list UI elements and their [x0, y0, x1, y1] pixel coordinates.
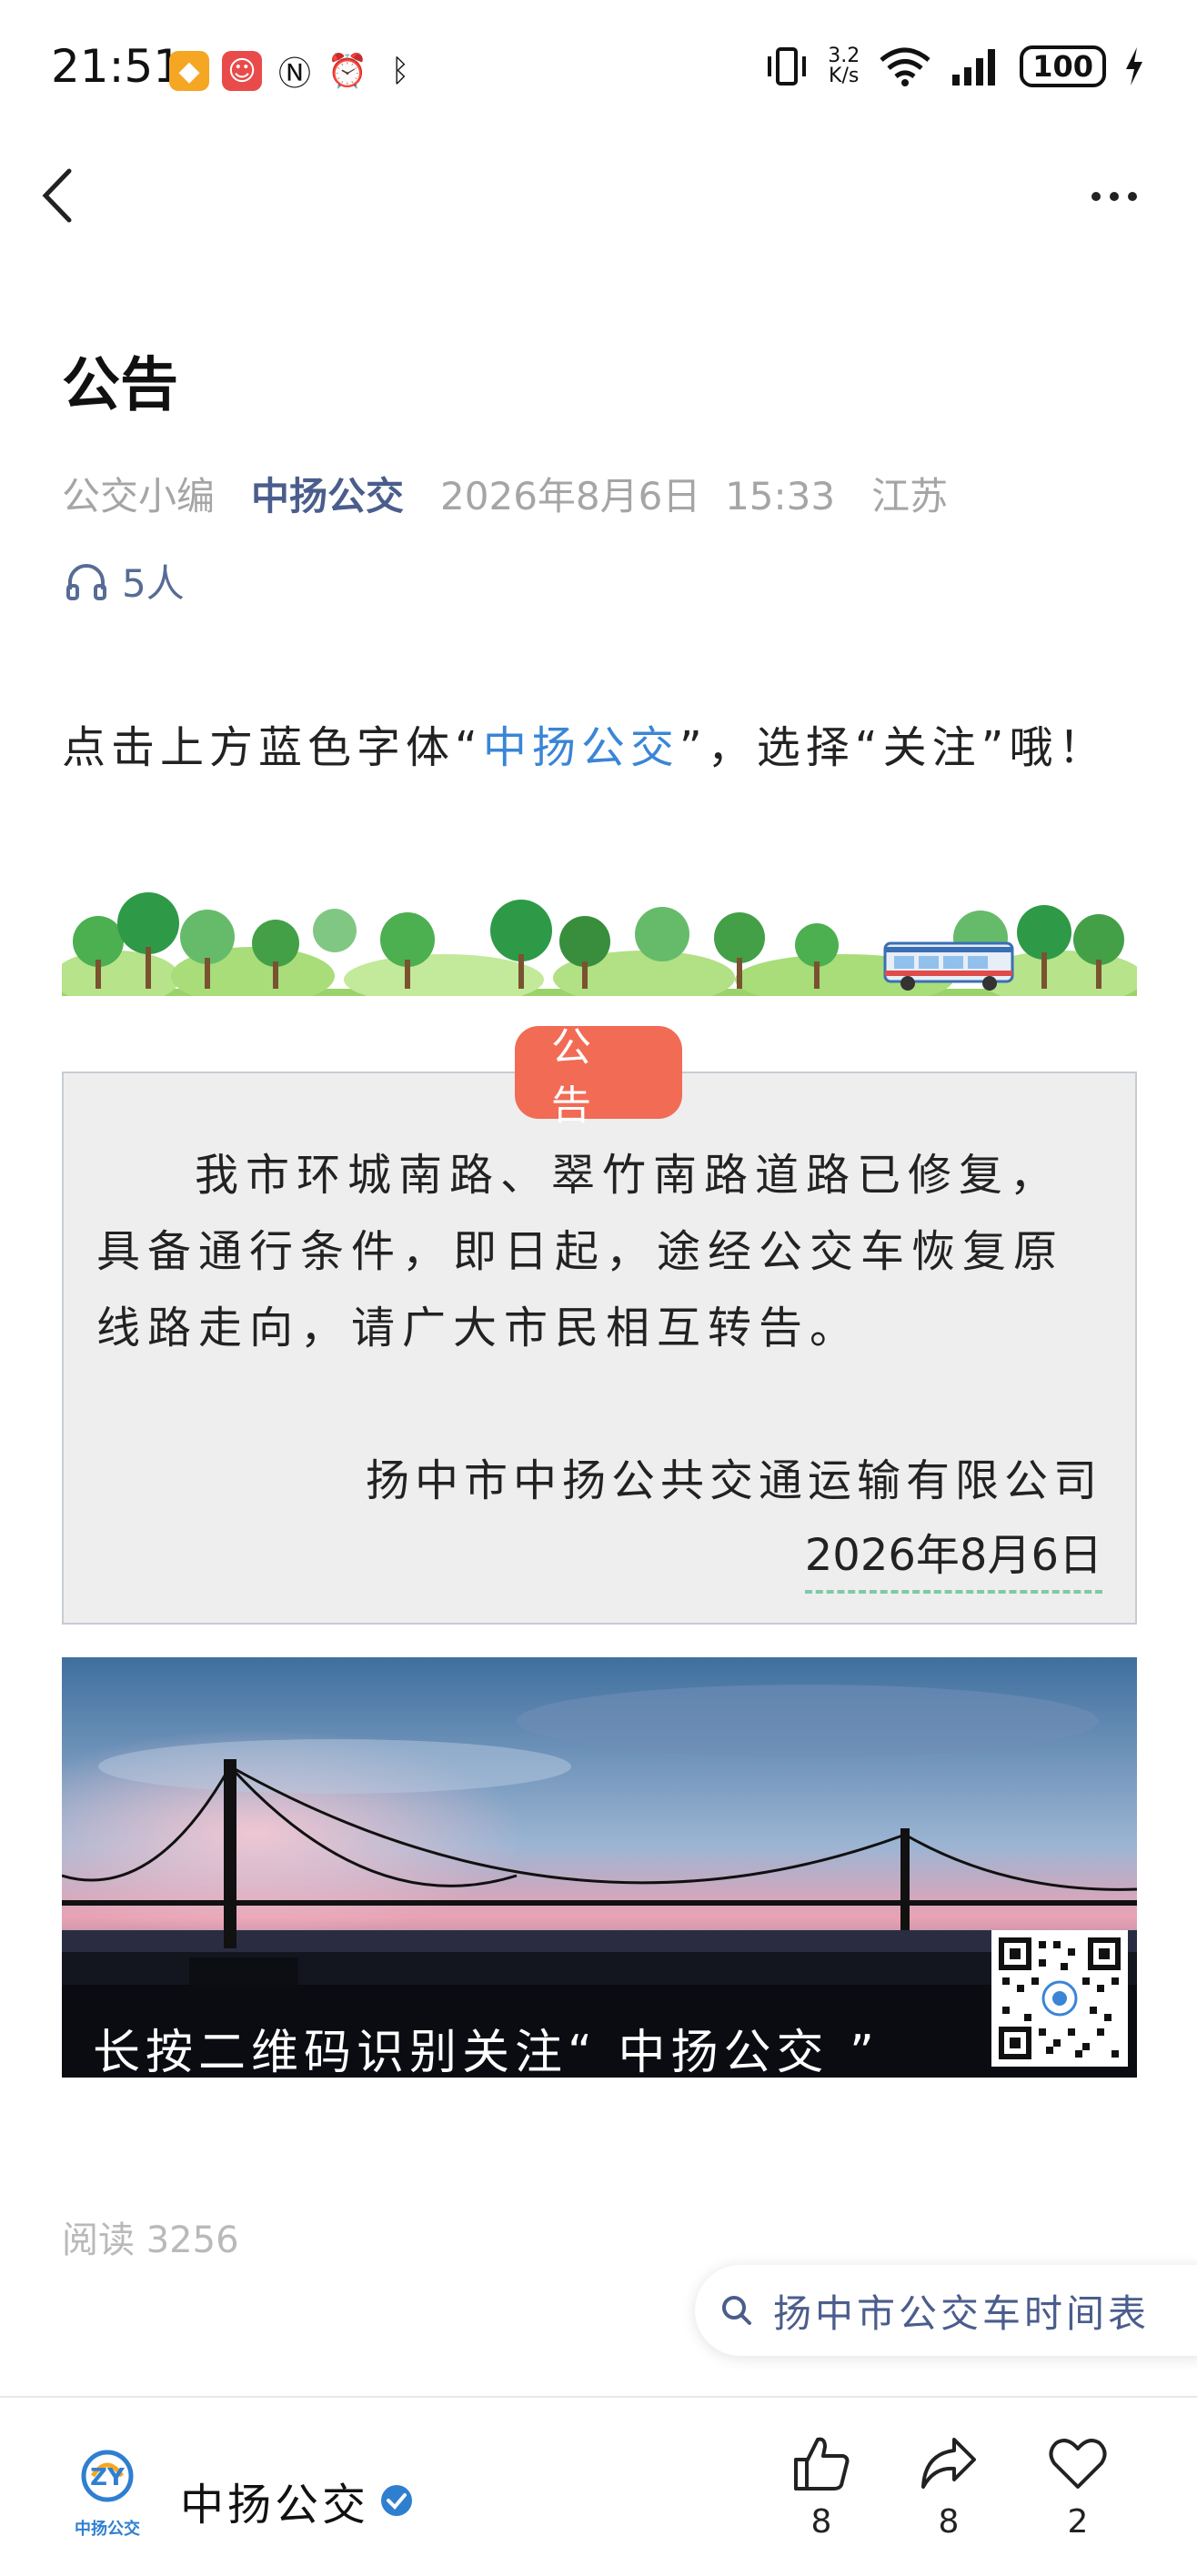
qr-code-image[interactable]	[991, 1930, 1128, 2067]
app-notification-icon: ◆	[169, 51, 209, 91]
account-logo-text: 中扬公交	[75, 2520, 140, 2539]
like-count: 8	[810, 2503, 832, 2541]
status-right: 3.2 K/s 100	[764, 45, 1144, 87]
bridge-qr-image[interactable]: 长按二维码识别关注“ 中扬公交 ”	[62, 1657, 1137, 2078]
account-logo-icon: ZY	[81, 2450, 134, 2502]
bluetooth-icon: ᛒ	[390, 53, 410, 89]
alarm-icon: ⏰	[327, 53, 368, 90]
verified-badge-icon	[381, 2485, 413, 2516]
bridge-caption: 长按二维码识别关注“ 中扬公交 ”	[93, 2026, 880, 2078]
search-icon	[722, 2296, 751, 2325]
status-bar: 21:51 ◆ ☺ Ⓝ ⏰ ᛒ 3.2 K/s 100	[0, 0, 1197, 146]
back-button[interactable]	[36, 164, 82, 227]
article-title: 公告	[62, 352, 178, 419]
like-button[interactable]: 8	[780, 2434, 862, 2541]
intro-text: 点击上方蓝色字体“中扬公交”，选择“关注”哦！	[62, 722, 1108, 773]
charging-icon	[1126, 47, 1142, 86]
vibrate-icon	[768, 47, 807, 86]
account-logo[interactable]: ZY 中扬公交	[65, 2449, 149, 2540]
announcement-box: 我市环城南路、翠竹南路道路已修复，具备通行条件，即日起，途经公交车恢复原线路走向…	[62, 1072, 1137, 1625]
tree-banner-image	[62, 892, 1137, 996]
share-count: 8	[938, 2503, 960, 2541]
author-name: 公交小编	[62, 474, 216, 518]
announcement-tag: 公告	[515, 1024, 682, 1129]
svg-text:ZY: ZY	[90, 2464, 126, 2491]
account-link[interactable]: 中扬公交	[251, 466, 404, 521]
announcement-body: 我市环城南路、翠竹南路道路已修复，具备通行条件，即日起，途经公交车恢复原线路走向…	[96, 1150, 1065, 1353]
battery-indicator: 100	[1020, 45, 1106, 87]
bottom-bar: ZY 中扬公交 中扬公交 8 8 2	[0, 2396, 1197, 2576]
wifi-icon	[880, 47, 930, 86]
headphones-icon	[66, 563, 106, 600]
notification-icons: ◆ ☺ Ⓝ ⏰ ᛒ	[169, 51, 420, 93]
network-speed: 3.2 K/s	[828, 45, 860, 87]
publish-location: 江苏	[871, 474, 949, 518]
publish-info: 2026年8月6日 15:33	[440, 474, 836, 518]
article-meta: 公交小编 中扬公交 2026年8月6日 15:33 江苏	[62, 466, 948, 521]
read-count: 阅读 3256	[62, 2219, 239, 2261]
announcement-date: 2026年8月6日	[804, 1519, 1102, 1594]
favorite-count: 2	[1067, 2503, 1089, 2541]
heart-icon	[1049, 2439, 1107, 2489]
qr-code-icon	[999, 1937, 1121, 2059]
game-notification-icon: ☺	[222, 51, 262, 91]
account-name[interactable]: 中扬公交	[180, 2469, 415, 2532]
share-icon	[921, 2438, 976, 2489]
favorite-button[interactable]: 2	[1037, 2434, 1119, 2541]
intro-account-link[interactable]: 中扬公交	[483, 722, 679, 773]
related-search-chip[interactable]: 扬中市公交车时间表	[695, 2265, 1197, 2356]
listen-count[interactable]: 5人	[65, 553, 185, 609]
more-options-button[interactable]	[1082, 178, 1146, 215]
chevron-left-icon	[42, 168, 72, 223]
signal-icon	[952, 49, 996, 86]
announcement-company: 扬中市中扬公共交通运输有限公司	[365, 1455, 1102, 1506]
status-time: 21:51	[51, 40, 183, 93]
thumbs-up-icon	[794, 2437, 850, 2490]
share-button[interactable]: 8	[908, 2434, 990, 2541]
nfc-icon: Ⓝ	[277, 55, 311, 93]
more-icon	[1091, 192, 1101, 201]
